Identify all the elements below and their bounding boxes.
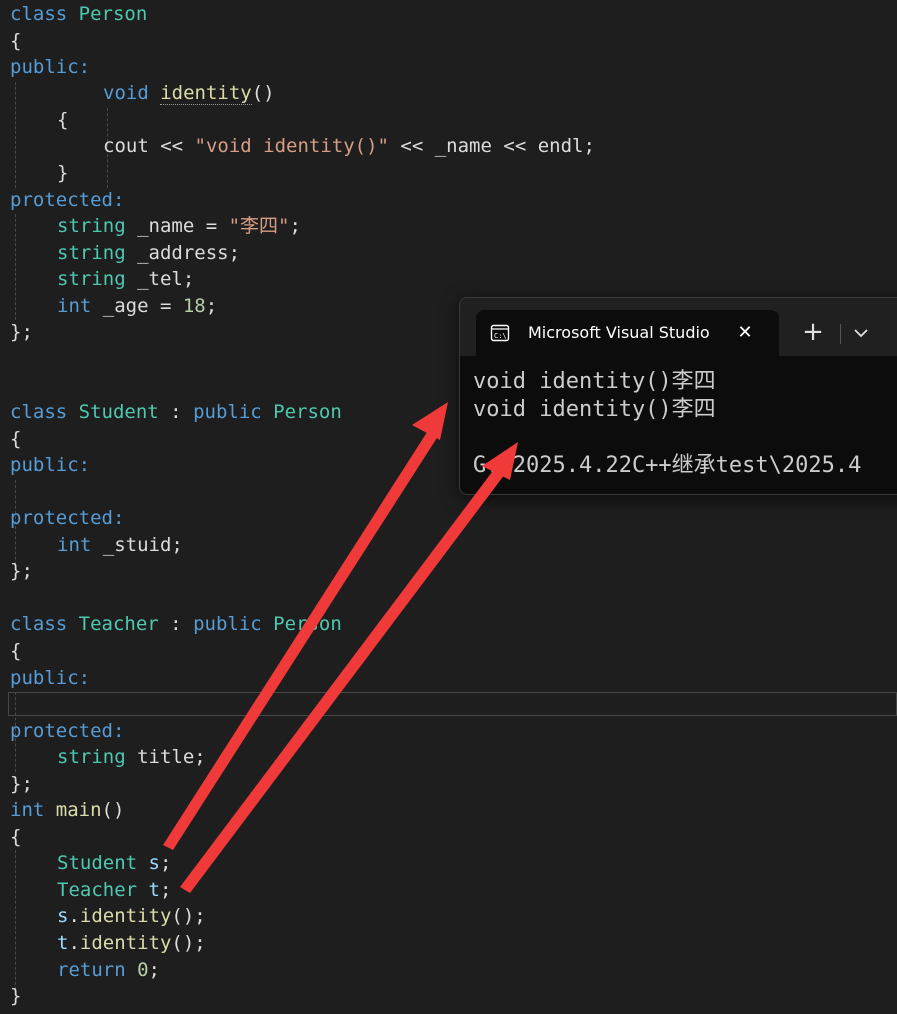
code-line: protected: bbox=[10, 189, 125, 211]
indent-guide bbox=[15, 850, 16, 990]
terminal-line: void identity()李四 bbox=[473, 397, 716, 422]
code-line: class Teacher : public Person bbox=[10, 613, 342, 635]
svg-text:C:\: C:\ bbox=[494, 332, 507, 340]
code-line: int main() bbox=[10, 799, 125, 821]
code-line: { bbox=[10, 640, 22, 662]
code-line: public: bbox=[10, 667, 91, 689]
code-line: { bbox=[10, 30, 22, 52]
code-line: { bbox=[57, 109, 69, 131]
close-tab-button[interactable]: ✕ bbox=[732, 320, 758, 346]
code-editor[interactable]: class Person { public: void identity() {… bbox=[0, 0, 897, 1014]
code-line: Student s; bbox=[57, 852, 172, 874]
code-line: class Student : public Person bbox=[10, 401, 342, 423]
code-line: s.identity(); bbox=[57, 905, 206, 927]
code-line: t.identity(); bbox=[57, 932, 206, 954]
code-line: }; bbox=[10, 321, 33, 343]
console-app-icon: C:\ bbox=[490, 324, 510, 342]
code-line: public: bbox=[10, 56, 91, 78]
code-line: return 0; bbox=[57, 959, 160, 981]
terminal-window[interactable]: C:\ Microsoft Visual Studio ✕ + void ide… bbox=[459, 297, 897, 495]
new-tab-button[interactable]: + bbox=[798, 318, 828, 348]
code-line: }; bbox=[10, 560, 33, 582]
terminal-output: void identity()李四 void identity()李四 G:\2… bbox=[473, 368, 861, 480]
code-line: int _age = 18; bbox=[57, 295, 218, 317]
code-line: string title; bbox=[57, 746, 206, 768]
indent-guide bbox=[15, 82, 16, 188]
code-line: protected: bbox=[10, 720, 125, 742]
code-line: } bbox=[10, 985, 22, 1007]
code-line: { bbox=[10, 826, 22, 848]
chevron-down-icon[interactable] bbox=[846, 318, 876, 348]
code-line: string _tel; bbox=[57, 268, 195, 290]
code-line: }; bbox=[10, 773, 33, 795]
code-line: { bbox=[10, 428, 22, 450]
terminal-line: void identity()李四 bbox=[473, 369, 716, 394]
code-line: public: bbox=[10, 454, 91, 476]
code-line: void identity() bbox=[103, 82, 275, 105]
terminal-tab[interactable]: C:\ Microsoft Visual Studio ✕ bbox=[476, 310, 779, 356]
code-line: Teacher t; bbox=[57, 879, 172, 901]
titlebar-divider bbox=[840, 324, 841, 344]
terminal-tab-title: Microsoft Visual Studio bbox=[528, 323, 710, 342]
current-line-highlight bbox=[8, 692, 897, 716]
code-line: string _name = "李四"; bbox=[57, 215, 301, 237]
terminal-line: G:\2025.4.22C++继承test\2025.4 bbox=[473, 453, 862, 478]
code-line: string _address; bbox=[57, 242, 241, 264]
terminal-titlebar[interactable]: C:\ Microsoft Visual Studio ✕ + bbox=[460, 298, 897, 356]
code-line: cout << "void identity()" << _name << en… bbox=[103, 135, 595, 157]
code-line: class Person bbox=[10, 3, 148, 25]
code-line: int _stuid; bbox=[57, 534, 183, 556]
indent-guide bbox=[15, 214, 16, 320]
code-line: protected: bbox=[10, 507, 125, 529]
code-line: } bbox=[57, 162, 69, 184]
